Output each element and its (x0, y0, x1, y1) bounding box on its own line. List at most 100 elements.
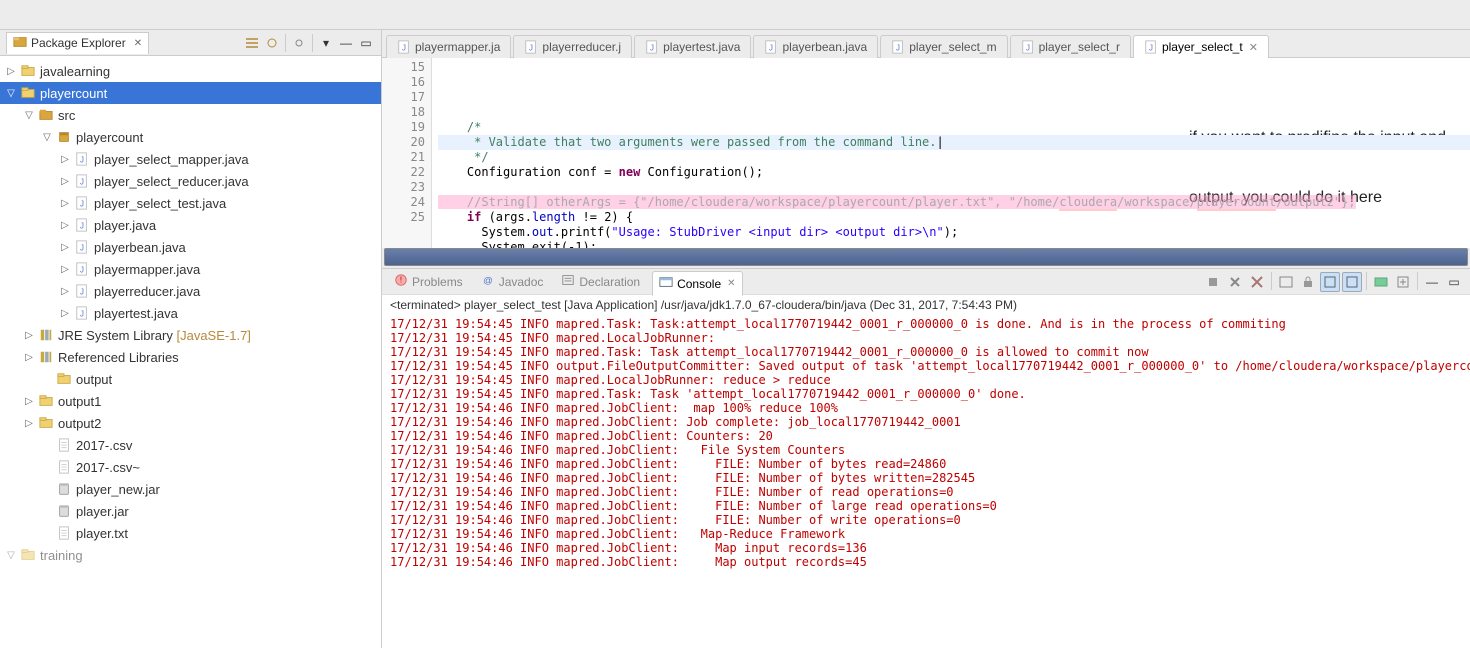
expand-arrow-icon[interactable]: ▷ (4, 66, 18, 77)
editor-tab[interactable]: Jplayermapper.ja (386, 35, 511, 58)
expand-arrow-icon[interactable]: ▷ (58, 198, 72, 209)
tree-item-label: player.txt (76, 526, 128, 541)
line-number: 22 (382, 165, 425, 180)
package-icon (56, 129, 72, 145)
remove-launch-icon[interactable] (1225, 272, 1245, 292)
tree-item[interactable]: ▷Jplayer.java (0, 214, 381, 236)
tree-item[interactable]: ▷Jplayer_select_reducer.java (0, 170, 381, 192)
editor-tab[interactable]: Jplayertest.java (634, 35, 751, 58)
collapse-all-icon[interactable] (243, 34, 261, 52)
package-explorer-tab[interactable]: Package Explorer ✕ (6, 32, 149, 54)
console-line: 17/12/31 19:54:46 INFO mapred.JobClient:… (390, 499, 1462, 513)
console-output[interactable]: 17/12/31 19:54:45 INFO mapred.Task: Task… (382, 315, 1470, 648)
tree-item[interactable]: ▷Referenced Libraries (0, 346, 381, 368)
bottom-tab-label: Declaration (579, 275, 640, 289)
tree-item-label: playermapper.java (94, 262, 200, 277)
tree-item[interactable]: ▷Jplayerbean.java (0, 236, 381, 258)
tree-item-label: player_select_mapper.java (94, 152, 249, 167)
terminate-icon[interactable] (1203, 272, 1223, 292)
expand-arrow-icon[interactable]: ▷ (22, 352, 36, 363)
expand-arrow-icon[interactable]: ▽ (40, 132, 54, 143)
close-icon[interactable]: ✕ (1249, 41, 1258, 54)
tree-item[interactable]: 2017-.csv (0, 434, 381, 456)
tree-item[interactable]: player.txt (0, 522, 381, 544)
expand-arrow-icon[interactable]: ▽ (4, 550, 18, 561)
code-line: Configuration conf = new Configuration()… (438, 165, 1470, 180)
pin-console-icon[interactable] (1320, 272, 1340, 292)
srcfolder-icon (38, 107, 54, 123)
close-icon[interactable]: ✕ (727, 278, 735, 289)
tree-item-label: JRE System Library [JavaSE-1.7] (58, 328, 251, 343)
new-console-icon[interactable] (1393, 272, 1413, 292)
tree-item[interactable]: ▷Jplayer_select_test.java (0, 192, 381, 214)
expand-arrow-icon[interactable]: ▷ (58, 220, 72, 231)
editor-horizontal-scrollbar[interactable] (384, 248, 1468, 266)
tree-item-label: playercount (40, 86, 107, 101)
tree-item[interactable]: ▷ output1 (0, 390, 381, 412)
console-line: 17/12/31 19:54:46 INFO mapred.JobClient:… (390, 401, 1462, 415)
expand-arrow-icon[interactable]: ▽ (4, 88, 18, 99)
tree-item-label: output1 (58, 394, 101, 409)
bottom-tab-label: Problems (412, 275, 463, 289)
package-explorer-tree[interactable]: ▷javalearning▽playercount▽src▽playercoun… (0, 56, 381, 648)
editor-tab[interactable]: Jplayer_select_r (1010, 35, 1131, 58)
tree-item[interactable]: ▷javalearning (0, 60, 381, 82)
clear-console-icon[interactable] (1276, 272, 1296, 292)
console-line: 17/12/31 19:54:46 INFO mapred.JobClient:… (390, 443, 1462, 457)
editor-tab[interactable]: Jplayer_select_t✕ (1133, 35, 1269, 58)
remove-all-icon[interactable] (1247, 272, 1267, 292)
scroll-lock-icon[interactable] (1298, 272, 1318, 292)
bottom-tab-console[interactable]: Console✕ (652, 271, 742, 296)
svg-text:J: J (1026, 44, 1030, 53)
view-menu-icon[interactable]: ▾ (317, 34, 335, 52)
expand-arrow-icon[interactable]: ▷ (22, 330, 36, 341)
minimize-icon[interactable]: — (1422, 272, 1442, 292)
console-line: 17/12/31 19:54:46 INFO mapred.JobClient:… (390, 485, 1462, 499)
tree-item-label: 2017-.csv (76, 438, 132, 453)
java-icon: J (74, 195, 90, 211)
bottom-tab-javadoc[interactable]: @Javadoc (475, 270, 550, 293)
close-icon[interactable]: ✕ (134, 38, 142, 49)
tree-item[interactable]: ▷Jplayerreducer.java (0, 280, 381, 302)
svg-text:!: ! (400, 276, 402, 285)
editor-tab[interactable]: Jplayerreducer.j (513, 35, 632, 58)
maximize-icon[interactable]: ▭ (357, 34, 375, 52)
expand-arrow-icon[interactable]: ▽ (22, 110, 36, 121)
tree-item[interactable]: ▷ JRE System Library [JavaSE-1.7] (0, 324, 381, 346)
tree-item[interactable]: player_new.jar (0, 478, 381, 500)
folder-icon (38, 415, 54, 431)
tree-item[interactable]: ▽training (0, 544, 381, 566)
expand-arrow-icon[interactable]: ▷ (58, 286, 72, 297)
tree-item[interactable]: ▽playercount (0, 126, 381, 148)
display-console-icon[interactable] (1342, 272, 1362, 292)
code-area[interactable]: if you want to predifine the input and o… (432, 58, 1470, 248)
bottom-tab-label: Javadoc (499, 275, 544, 289)
svg-text:J: J (80, 244, 84, 253)
tree-item[interactable]: ▷Jplayermapper.java (0, 258, 381, 280)
expand-arrow-icon[interactable]: ▷ (22, 396, 36, 407)
expand-arrow-icon[interactable]: ▷ (22, 418, 36, 429)
svg-text:J: J (80, 178, 84, 187)
editor-tab[interactable]: Jplayer_select_m (880, 35, 1007, 58)
tree-item[interactable]: 2017-.csv~ (0, 456, 381, 478)
tree-item[interactable]: player.jar (0, 500, 381, 522)
tree-item[interactable]: ▽ playercount (0, 82, 381, 104)
tree-item[interactable]: ▷Jplayer_select_mapper.java (0, 148, 381, 170)
expand-arrow-icon[interactable]: ▷ (58, 176, 72, 187)
open-console-icon[interactable] (1371, 272, 1391, 292)
tree-item[interactable]: ▷Jplayertest.java (0, 302, 381, 324)
expand-arrow-icon[interactable]: ▷ (58, 308, 72, 319)
focus-icon[interactable] (290, 34, 308, 52)
expand-arrow-icon[interactable]: ▷ (58, 264, 72, 275)
maximize-icon[interactable]: ▭ (1444, 272, 1464, 292)
tree-item[interactable]: ▷output2 (0, 412, 381, 434)
tree-item[interactable]: ▽src (0, 104, 381, 126)
expand-arrow-icon[interactable]: ▷ (58, 154, 72, 165)
tree-item[interactable]: output (0, 368, 381, 390)
bottom-tab-declaration[interactable]: Declaration (555, 270, 646, 293)
bottom-tab-problems[interactable]: ! Problems (388, 270, 469, 293)
editor-tab[interactable]: Jplayerbean.java (753, 35, 878, 58)
link-editor-icon[interactable] (263, 34, 281, 52)
expand-arrow-icon[interactable]: ▷ (58, 242, 72, 253)
minimize-icon[interactable]: — (337, 34, 355, 52)
